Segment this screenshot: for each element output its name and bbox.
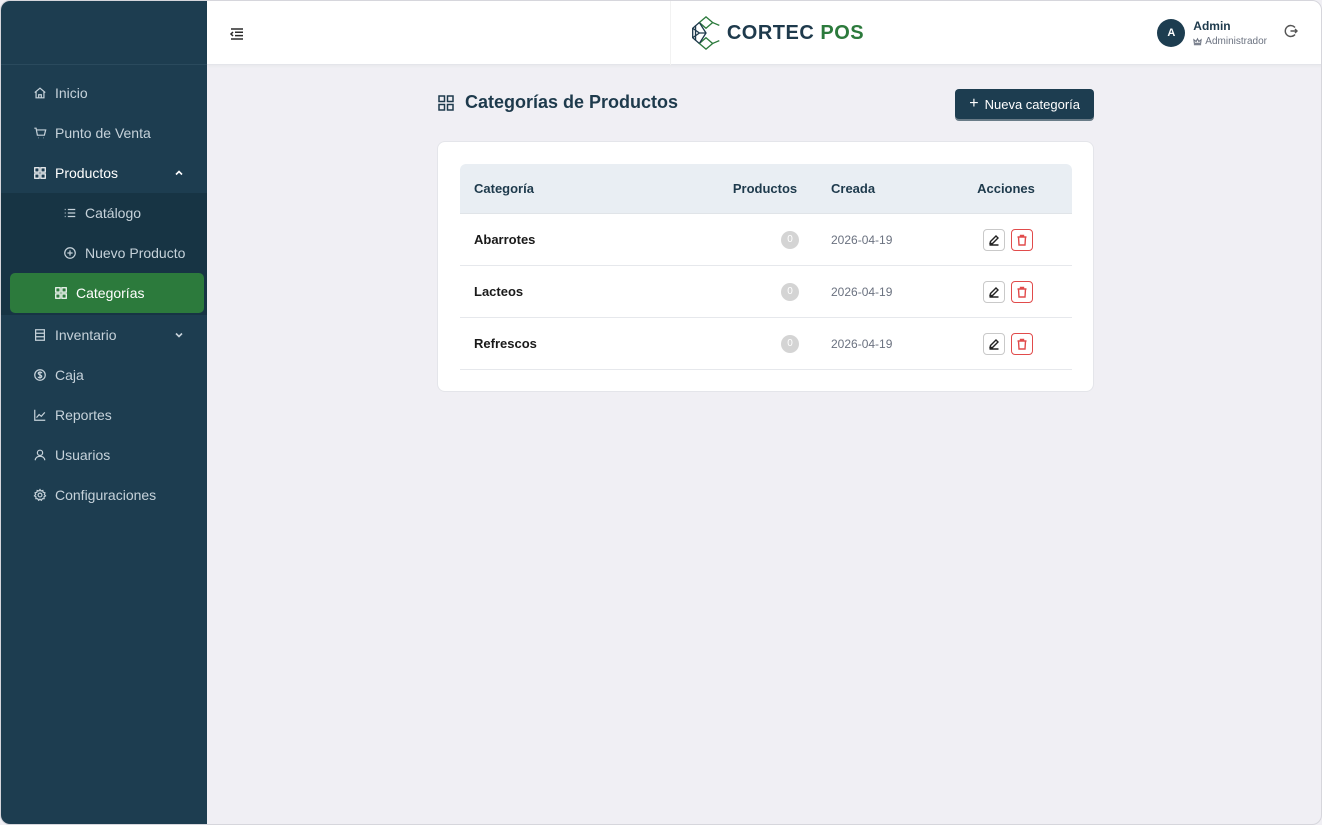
pencil-icon <box>989 338 999 350</box>
categories-card: Categoría Productos Creada Acciones Abar… <box>437 141 1094 392</box>
sidebar-item-productos[interactable]: Productos <box>1 153 207 193</box>
sidebar-item-label: Nuevo Producto <box>85 245 186 261</box>
row-actions <box>940 280 1072 303</box>
edit-button[interactable] <box>983 228 1005 251</box>
product-count-badge: 0 <box>781 231 799 249</box>
sidebar-item-punto-de-venta[interactable]: Punto de Venta <box>1 113 207 153</box>
sidebar: Inicio Punto de Venta Productos Catálogo… <box>1 1 207 824</box>
user-menu[interactable]: A Admin Administrador <box>1157 1 1299 65</box>
delete-button[interactable] <box>1011 332 1033 355</box>
column-header-productos: Productos <box>732 181 798 196</box>
table-row: Lacteos 0 2026-04-19 <box>460 266 1072 318</box>
sidebar-item-usuarios[interactable]: Usuarios <box>1 435 207 475</box>
table-row: Abarrotes 0 2026-04-19 <box>460 214 1072 266</box>
sidebar-item-label: Caja <box>55 367 84 383</box>
product-count-badge: 0 <box>781 283 799 301</box>
trash-icon <box>1017 286 1027 298</box>
pencil-icon <box>989 234 999 246</box>
column-header-creada: Creada <box>831 181 876 196</box>
sidebar-item-categorias[interactable]: Categorías <box>10 273 204 313</box>
categories-table: Categoría Productos Creada Acciones Abar… <box>460 164 1072 370</box>
sidebar-item-label: Reportes <box>55 407 112 423</box>
new-category-label: Nueva categoría <box>984 96 1080 112</box>
menu-toggle-icon[interactable] <box>229 26 245 42</box>
grid-icon <box>438 94 454 111</box>
category-name: Abarrotes <box>474 232 536 247</box>
edit-button[interactable] <box>983 280 1005 303</box>
gear-icon <box>33 488 47 502</box>
avatar[interactable]: A <box>1157 19 1186 47</box>
user-info: Admin Administrador <box>1193 19 1267 47</box>
sidebar-item-label: Punto de Venta <box>55 125 151 141</box>
page-title: Categorías de Productos <box>437 92 678 113</box>
chevron-up-icon <box>173 166 185 178</box>
page-header: Categorías de Productos + Nueva categorí… <box>437 89 1094 119</box>
delete-button[interactable] <box>1011 280 1033 303</box>
table-row: Refrescos 0 2026-04-19 <box>460 318 1072 370</box>
productos-submenu: Catálogo Nuevo Producto Categorías <box>1 193 207 315</box>
chevron-down-icon <box>173 328 185 340</box>
brand-name-part2: POS <box>820 21 865 44</box>
category-name: Lacteos <box>474 284 524 299</box>
grid-icon <box>33 166 47 180</box>
column-header-categoria: Categoría <box>474 181 534 196</box>
sidebar-item-configuraciones[interactable]: Configuraciones <box>1 475 207 515</box>
clipboard-icon <box>33 328 47 342</box>
chart-icon <box>33 408 47 422</box>
user-role-label: Administrador <box>1205 36 1267 47</box>
plus-icon: + <box>969 95 979 112</box>
sidebar-item-inicio[interactable]: Inicio <box>1 73 207 113</box>
app-window: Inicio Punto de Venta Productos Catálogo… <box>0 0 1322 825</box>
new-category-button[interactable]: + Nueva categoría <box>955 89 1094 119</box>
sidebar-item-nuevo-producto[interactable]: Nuevo Producto <box>10 233 204 273</box>
list-icon <box>63 206 77 220</box>
home-icon <box>33 86 47 100</box>
sidebar-item-caja[interactable]: Caja <box>1 355 207 395</box>
sidebar-item-label: Usuarios <box>55 447 111 463</box>
trash-icon <box>1017 338 1027 350</box>
sidebar-item-label: Inicio <box>55 85 88 101</box>
grid-icon <box>54 286 68 300</box>
user-role: Administrador <box>1193 36 1267 47</box>
crown-icon <box>1193 37 1203 46</box>
table-header: Categoría Productos Creada Acciones <box>460 164 1072 214</box>
row-actions <box>940 332 1072 355</box>
product-count-badge: 0 <box>781 335 799 353</box>
created-date: 2026-04-19 <box>831 284 893 299</box>
dollar-icon <box>33 368 47 382</box>
category-name: Refrescos <box>474 336 537 351</box>
pencil-icon <box>989 286 999 298</box>
sidebar-item-reportes[interactable]: Reportes <box>1 395 207 435</box>
brand-logo: CORTEC POS <box>670 1 880 65</box>
brand-name: CORTEC POS <box>727 22 864 45</box>
edit-button[interactable] <box>983 332 1005 355</box>
user-name: Admin <box>1193 19 1231 33</box>
plus-circle-icon <box>63 246 77 260</box>
page-title-text: Categorías de Productos <box>465 92 679 112</box>
trash-icon <box>1017 234 1027 246</box>
sidebar-item-label: Productos <box>55 165 119 181</box>
created-date: 2026-04-19 <box>831 336 893 351</box>
sidebar-item-label: Categorías <box>76 285 145 301</box>
cart-icon <box>33 126 47 140</box>
product-count-cell: 0 <box>710 334 820 353</box>
column-header-acciones: Acciones <box>977 181 1035 196</box>
row-actions <box>940 228 1072 251</box>
product-count-cell: 0 <box>710 230 820 249</box>
sidebar-item-label: Configuraciones <box>55 487 157 503</box>
sidebar-item-label: Catálogo <box>85 205 142 221</box>
logout-icon[interactable] <box>1283 23 1299 44</box>
delete-button[interactable] <box>1011 228 1033 251</box>
created-date: 2026-04-19 <box>831 232 893 247</box>
sidebar-top <box>1 1 207 65</box>
top-header: CORTEC POS A Admin Administrador <box>207 1 1321 65</box>
sidebar-item-inventario[interactable]: Inventario <box>1 315 207 355</box>
sidebar-item-catalogo[interactable]: Catálogo <box>10 193 204 233</box>
logo-icon <box>691 15 720 51</box>
sidebar-item-label: Inventario <box>55 327 117 343</box>
sidebar-nav: Inicio Punto de Venta Productos Catálogo… <box>1 65 207 515</box>
product-count-cell: 0 <box>710 282 820 301</box>
user-icon <box>33 448 47 462</box>
brand-name-part1: CORTEC <box>726 21 815 44</box>
